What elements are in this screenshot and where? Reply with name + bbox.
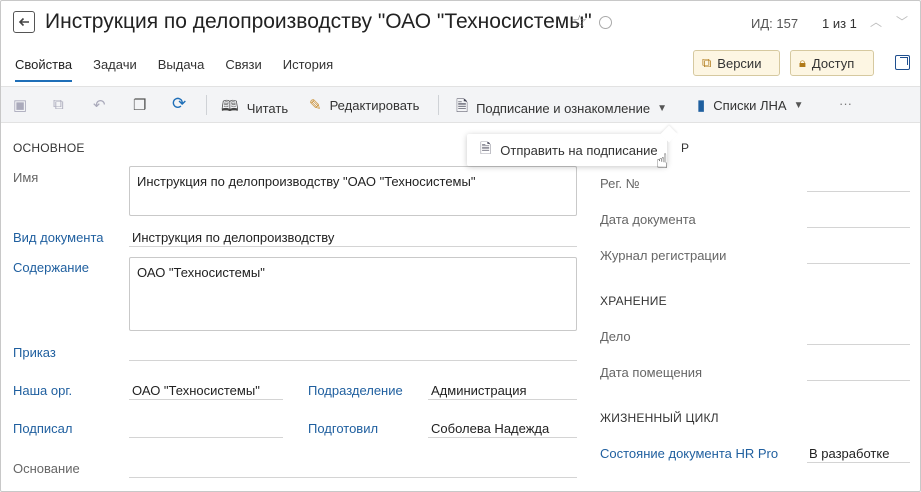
versions-label: Версии [717, 55, 762, 71]
doc-date-label: Дата документа [600, 212, 696, 227]
document-card: Инструкция по делопроизводству "ОАО "Тех… [0, 0, 921, 492]
signing-dropdown-menu: 🗎︎ Отправить на подписание [467, 134, 667, 166]
save-icon[interactable]: ▣ [13, 96, 29, 114]
versions-icon: ⧉ [702, 55, 712, 70]
document-send-icon: 🗎︎ [480, 140, 492, 156]
name-field[interactable]: Инструкция по делопроизводству "ОАО "Тех… [129, 166, 577, 216]
page-title: Инструкция по делопроизводству "ОАО "Тех… [45, 10, 592, 33]
tab-links[interactable]: Связи [225, 57, 261, 82]
field-underline [129, 399, 283, 400]
toolbar: ▣ ⧉ ↶ ❐ ⟳ 🕮︎ Читать ✎ Редактировать 🗎︎ П… [1, 86, 920, 123]
section-storage: ХРАНЕНИЕ [600, 294, 667, 308]
reg-no-label: Рег. № [600, 176, 640, 191]
journal-field[interactable] [807, 263, 910, 264]
reg-no-field[interactable] [807, 191, 910, 192]
content-label[interactable]: Содержание [13, 260, 89, 275]
signing-label: Подписание и ознакомление [476, 101, 651, 116]
content-field[interactable]: ОАО "Техносистемы" [129, 257, 577, 331]
refresh-icon[interactable]: ⟳ [172, 94, 188, 113]
toolbar-divider [438, 95, 439, 115]
read-label: Читать [246, 101, 289, 116]
case-label: Дело [600, 329, 631, 344]
org-label[interactable]: Наша орг. [13, 383, 72, 398]
lock-icon: 🔒︎ [799, 55, 806, 70]
edit-label: Редактировать [329, 97, 420, 113]
dept-label[interactable]: Подразделение [308, 383, 403, 398]
versions-button[interactable]: ⧉ Версии [693, 50, 780, 76]
journal-label: Журнал регистрации [600, 248, 727, 263]
signed-field[interactable] [129, 437, 283, 438]
arrow-left-icon [18, 17, 29, 27]
access-label: Доступ [811, 55, 855, 71]
signing-menu-button[interactable]: 🗎︎ Подписание и ознакомление ▼ [456, 96, 667, 121]
send-for-signing-item[interactable]: Отправить на подписание [500, 143, 657, 158]
field-underline [428, 437, 577, 438]
section-registration: Р [681, 141, 690, 155]
chevron-down-icon[interactable]: ﹀ [896, 13, 908, 30]
edit-button[interactable]: ✎ Редактировать [309, 96, 419, 114]
order-field[interactable] [129, 360, 577, 361]
document-sign-icon: 🗎︎ [456, 98, 469, 115]
document-id: ИД: 157 [751, 16, 799, 31]
basis-field[interactable] [129, 477, 577, 478]
more-icon: ··· [839, 96, 852, 111]
access-button[interactable]: 🔒︎ Доступ [790, 50, 874, 76]
signed-label[interactable]: Подписал [13, 421, 73, 436]
read-button[interactable]: 🕮︎ Читать [221, 96, 288, 121]
lna-lists-button[interactable]: ▮ Списки ЛНА ▼ [697, 96, 804, 114]
save-copy-icon[interactable]: ⧉ [53, 96, 69, 113]
chevron-up-icon[interactable]: ︿ [870, 13, 882, 30]
prepared-label[interactable]: Подготовил [308, 421, 378, 436]
dept-value[interactable]: Администрация [431, 383, 527, 398]
toolbar-divider [206, 95, 207, 115]
placement-date-field[interactable] [807, 380, 910, 381]
field-underline [428, 399, 577, 400]
case-field[interactable] [807, 344, 910, 345]
name-label: Имя [13, 170, 39, 185]
chevron-down-icon: ▼ [793, 99, 804, 111]
tab-tasks[interactable]: Задачи [93, 57, 137, 82]
tab-bar: Свойства Задачи Выдача Связи История [15, 57, 354, 82]
hand-cursor-icon: ☝︎ [656, 151, 669, 173]
prepared-value[interactable]: Соболева Надежда [431, 421, 549, 436]
book-blue-icon: ▮ [697, 97, 706, 114]
doc-date-field[interactable] [807, 227, 910, 228]
status-circle-icon[interactable] [599, 16, 612, 29]
order-label[interactable]: Приказ [13, 345, 56, 360]
copy-icon[interactable]: ❐ [133, 96, 149, 114]
back-button[interactable] [13, 11, 35, 33]
book-icon: 🕮︎ [221, 98, 239, 115]
star-icon[interactable]: ☆ [572, 12, 587, 32]
tab-properties[interactable]: Свойства [15, 57, 73, 82]
basis-label: Основание [13, 461, 80, 476]
state-value[interactable]: В разработке [809, 446, 889, 461]
more-button[interactable]: ··· [839, 96, 852, 111]
doctype-value[interactable]: Инструкция по делопроизводству [132, 230, 334, 245]
lna-label: Списки ЛНА [713, 97, 787, 113]
open-in-new-window-icon[interactable] [895, 55, 910, 70]
tab-issue[interactable]: Выдача [158, 57, 205, 82]
org-value[interactable]: ОАО "Техносистемы" [132, 383, 260, 398]
field-underline [807, 462, 910, 463]
section-basic: ОСНОВНОЕ [13, 141, 85, 155]
doctype-label[interactable]: Вид документа [13, 230, 104, 245]
placement-date-label: Дата помещения [600, 365, 703, 380]
field-underline [129, 246, 577, 247]
state-label[interactable]: Состояние документа HR Pro [600, 446, 778, 461]
tab-history[interactable]: История [283, 57, 333, 82]
chevron-down-icon: ▼ [657, 103, 667, 114]
section-lifecycle: ЖИЗНЕННЫЙ ЦИКЛ [600, 411, 719, 425]
undo-icon[interactable]: ↶ [93, 96, 109, 114]
pager-label: 1 из 1 [822, 16, 857, 31]
pencil-icon: ✎ [309, 97, 322, 114]
